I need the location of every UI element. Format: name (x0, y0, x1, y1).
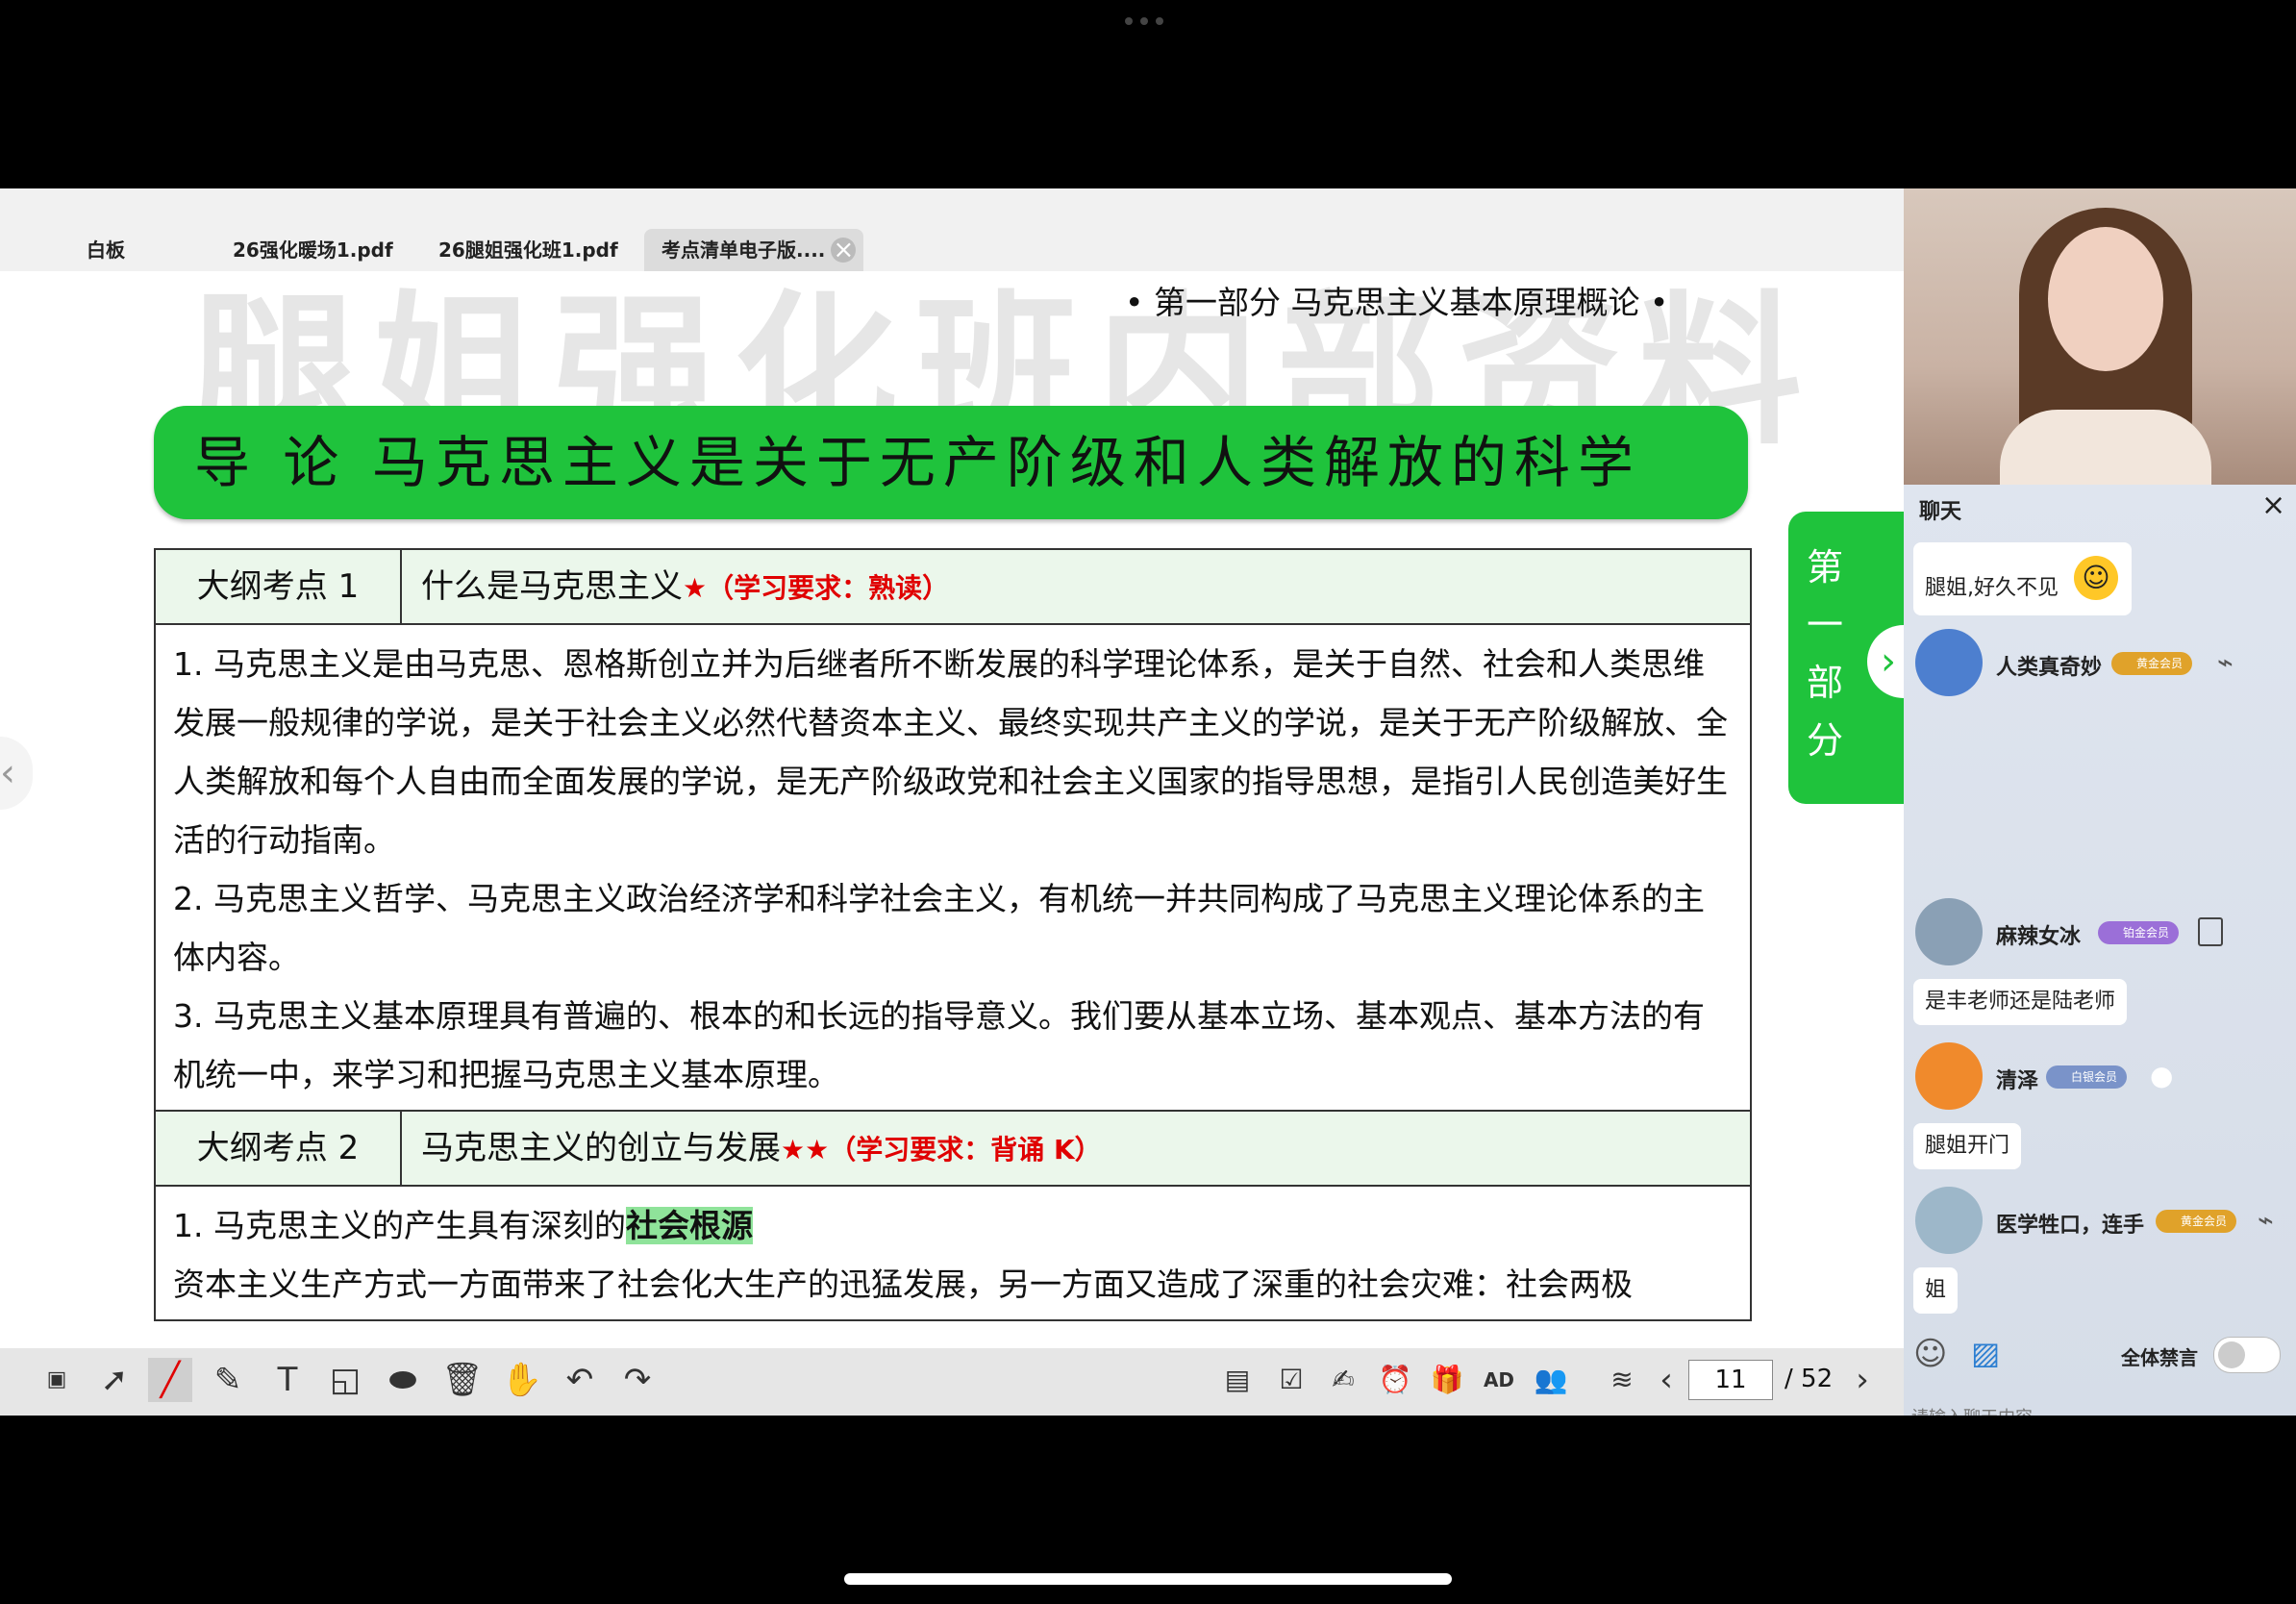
prev-page-icon[interactable]: ‹ (1644, 1358, 1688, 1402)
avatar (1915, 1187, 1983, 1254)
redo-icon[interactable]: ↷ (615, 1358, 660, 1402)
paragraph-text: 1. 马克思主义的产生具有深刻的 (173, 1207, 626, 1244)
avatar (1915, 1042, 1983, 1110)
point-title-text: 马克思主义的创立与发展 (421, 1129, 781, 1167)
ppt-icon[interactable]: ▣ (35, 1358, 79, 1402)
paragraph: 1. 马克思主义是由马克思、恩格斯创立并为后继者所不断发展的科学理论体系，是关于… (173, 645, 1728, 859)
side-section-label: 第一部分 (1806, 546, 1843, 762)
users-icon[interactable]: 👥 (1529, 1358, 1573, 1402)
toggle-knob (2218, 1341, 2245, 1368)
study-requirement: （学习要求：熟读） (707, 572, 950, 604)
tab-pdf-1[interactable]: 26强化暖场1.pdf (233, 229, 393, 271)
point-label: 大纲考点 2 (156, 1112, 402, 1185)
pointer-icon[interactable]: ➚ (92, 1358, 137, 1402)
vip-badge: 黄金会员 (2156, 1210, 2237, 1233)
annotation-toolbar: ▣ ➚ ╱ ✎ T ◱ ⬬ 🗑 ✋ ↶ ↷ ▤ ☑ ✍ ⏰ 🎁 AD 👥 ≋ ‹… (0, 1348, 1904, 1416)
vip-badge: 黄金会员 (2111, 652, 2193, 675)
message-text: 腿姐,好久不见 (1925, 576, 2059, 600)
chapter-title-banner: 导 论 马克思主义是关于无产阶级和人类解放的科学 (154, 406, 1748, 519)
device-icon (2198, 917, 2223, 946)
tab-whiteboard[interactable]: 白板 (87, 229, 125, 271)
point-header-1: 大纲考点 1 什么是马克思主义★（学习要求：熟读） (156, 550, 1750, 625)
vip-badge: 白银会员 (2046, 1065, 2128, 1089)
highlighted-term: 社会根源 (625, 1207, 753, 1244)
chat-input-area: ☺ ▨ 全体禁言 请输入聊天内容 (1904, 1321, 2296, 1416)
star-icon: ★ (683, 572, 708, 604)
tab-pdf-2[interactable]: 26腿姐强化班1.pdf (438, 229, 618, 271)
highlighter-icon[interactable]: ✎ (206, 1358, 250, 1402)
chat-panel: 聊天 × 腿姐,好久不见 ☺ 人类真奇妙 黄金会员 ⌁ 麻辣女冰 铂金会员 是丰… (1904, 485, 2296, 1416)
ad-icon[interactable]: AD (1477, 1358, 1521, 1402)
gift-icon[interactable]: 🎁 (1425, 1358, 1469, 1402)
chat-message: 腿姐,好久不见 ☺ (1913, 542, 2132, 615)
username: 人类真奇妙 (1996, 656, 2103, 680)
hand-icon[interactable]: ✋ (500, 1358, 544, 1402)
close-icon[interactable]: × (831, 238, 857, 263)
home-indicator[interactable] (844, 1573, 1452, 1585)
chat-input[interactable]: 请输入聊天内容 (1911, 1404, 2033, 1416)
point-title: 马克思主义的创立与发展★★（学习要求：背诵 K） (402, 1112, 1102, 1185)
point-header-2: 大纲考点 2 马克思主义的创立与发展★★（学习要求：背诵 K） (156, 1112, 1750, 1187)
username: 麻辣女冰 (1996, 925, 2082, 949)
point-label: 大纲考点 1 (156, 550, 402, 623)
pen-icon[interactable]: ╱ (148, 1358, 192, 1402)
eraser-icon[interactable]: ⬬ (381, 1358, 425, 1402)
star-icon: ★★ (781, 1134, 830, 1165)
android-icon: ⌁ (2217, 646, 2234, 678)
side-section-tab: 第一部分 › (1788, 512, 1904, 804)
emoji-icon: ☺ (2074, 556, 2118, 600)
undo-icon[interactable]: ↶ (558, 1358, 602, 1402)
next-page-arrow-icon[interactable]: › (1867, 625, 1904, 698)
paragraph: 资本主义生产方式一方面带来了社会化大生产的迅猛发展，另一方面又造成了深重的社会灾… (173, 1266, 1633, 1303)
tab-label: 考点清单电子版.... (661, 238, 826, 262)
presenter-face (2048, 227, 2163, 371)
point-body-2: 1. 马克思主义的产生具有深刻的社会根源 资本主义生产方式一方面带来了社会化大生… (156, 1187, 1750, 1319)
paragraph: 2. 马克思主义哲学、马克思主义政治经济学和科学社会主义，有机统一并共同构成了马… (173, 880, 1705, 976)
username: 医学牲口，连手 (1996, 1214, 2145, 1238)
point-title: 什么是马克思主义★（学习要求：熟读） (402, 550, 949, 623)
emoji-picker-icon[interactable]: ☺ (1913, 1335, 1947, 1373)
exam-points-table: 大纲考点 1 什么是马克思主义★（学习要求：熟读） 1. 马克思主义是由马克思、… (154, 548, 1752, 1321)
checklist-icon[interactable]: ☑ (1269, 1358, 1313, 1402)
study-requirement: （学习要求：背诵 K） (829, 1134, 1102, 1165)
next-page-icon[interactable]: › (1840, 1358, 1884, 1402)
part-heading: • 第一部分 马克思主义基本原理概论 • (1125, 284, 1669, 321)
avatar (1915, 629, 1983, 696)
chat-message: 姐 (1913, 1267, 1959, 1314)
chapter-title: 导 论 马克思主义是关于无产阶级和人类解放的科学 (194, 430, 1641, 495)
chat-title: 聊天 (1919, 500, 1962, 524)
quiz-icon[interactable]: ▤ (1215, 1358, 1260, 1402)
signature-icon[interactable]: ✍ (1321, 1358, 1365, 1402)
apple-icon: ● (2150, 1060, 2174, 1091)
layers-icon[interactable]: ≋ (1600, 1358, 1644, 1402)
android-icon: ⌁ (2258, 1204, 2274, 1236)
tab-pdf-3-active[interactable]: 考点清单电子版.... × (644, 229, 864, 271)
point-body-1: 1. 马克思主义是由马克思、恩格斯创立并为后继者所不断发展的科学理论体系，是关于… (156, 625, 1750, 1112)
chat-message: 是丰老师还是陆老师 (1913, 979, 2128, 1025)
avatar (1915, 898, 1983, 965)
document-viewer: 腿姐强化班内部资料 白板 26强化暖场1.pdf 26腿姐强化班1.pdf 考点… (0, 188, 1904, 1416)
page-total: / 52 (1784, 1365, 1834, 1393)
point-title-text: 什么是马克思主义 (421, 567, 683, 606)
mute-all-label: 全体禁言 (2121, 1346, 2198, 1369)
prev-page-arrow-icon[interactable]: ‹ (0, 737, 33, 810)
image-upload-icon[interactable]: ▨ (1971, 1335, 2000, 1371)
tab-bar: 白板 26强化暖场1.pdf 26腿姐强化班1.pdf 考点清单电子版.... … (0, 188, 1904, 271)
paragraph: 1. 马克思主义的产生具有深刻的社会根源 (173, 1196, 1733, 1255)
window-handle[interactable] (1125, 17, 1173, 27)
chat-message: 腿姐开门 (1913, 1123, 2022, 1169)
text-icon[interactable]: T (265, 1358, 310, 1402)
vip-badge: 铂金会员 (2098, 921, 2180, 944)
paragraph: 3. 马克思主义基本原理具有普遍的、根本的和长远的指导意义。我们要从基本立场、基… (173, 997, 1705, 1093)
username: 清泽 (1996, 1069, 2039, 1093)
delete-icon[interactable]: 🗑 (440, 1358, 485, 1402)
mute-all-toggle[interactable] (2213, 1337, 2281, 1373)
shape-icon[interactable]: ◱ (323, 1358, 367, 1402)
webcam-video (1904, 188, 2296, 485)
presenter-body (2000, 410, 2211, 485)
timer-icon[interactable]: ⏰ (1373, 1358, 1417, 1402)
close-icon[interactable]: × (2261, 489, 2285, 522)
page-number-input[interactable]: 11 (1688, 1360, 1773, 1400)
